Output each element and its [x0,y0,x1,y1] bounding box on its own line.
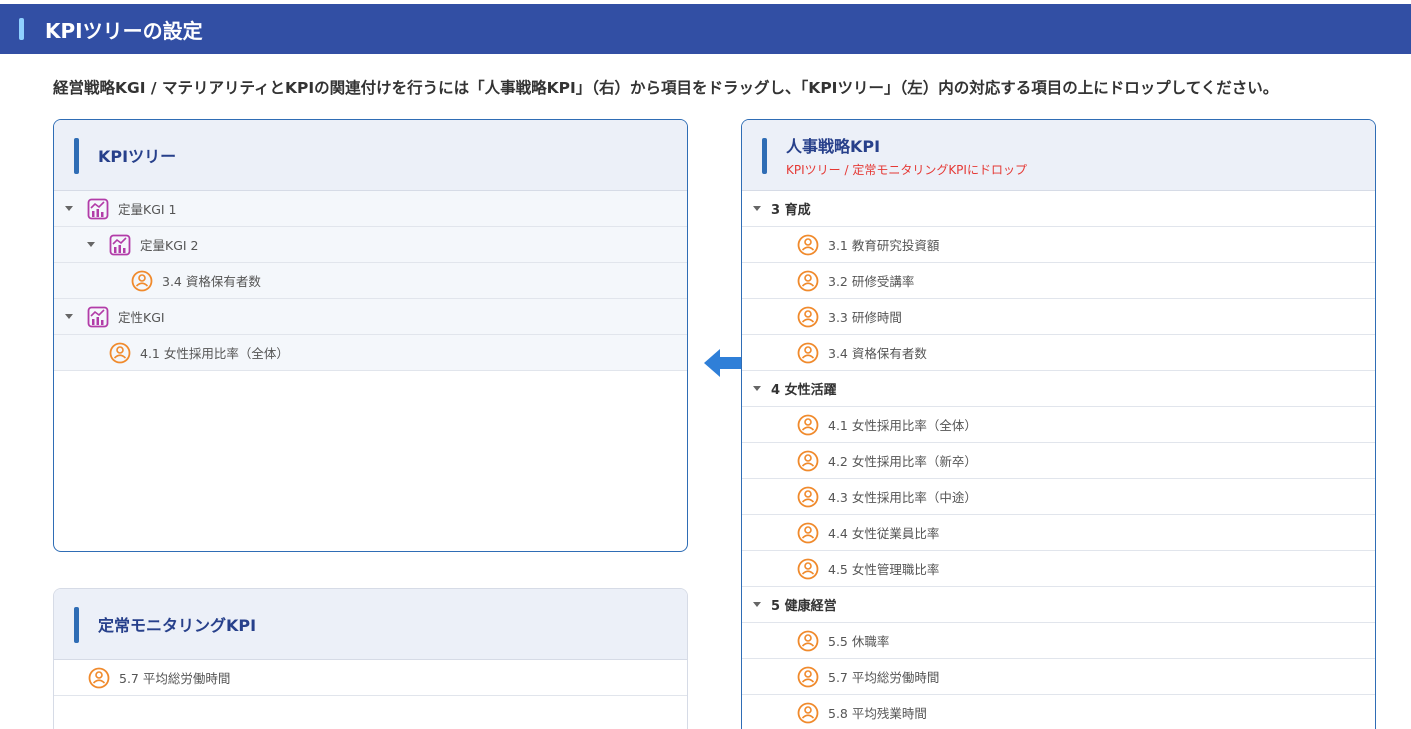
caret-down-icon[interactable] [753,386,761,391]
tree-row-kpi[interactable]: 3.4 資格保有者数 [54,263,687,299]
kpi-item-row[interactable]: 3.4 資格保有者数 [742,335,1375,371]
kpi-people-icon [88,667,110,688]
kpi-item-row[interactable]: 5.8 平均残業時間 [742,695,1375,729]
kgi-chart-icon [109,234,131,255]
tree-row-label: 4.1 女性採用比率（全体） [140,346,289,361]
tree-row-kpi[interactable]: 4.1 女性採用比率（全体） [54,335,687,371]
kpi-item-row[interactable]: 3.2 研修受講率 [742,263,1375,299]
hr-strategy-kpi-panel: 人事戦略KPI KPIツリー / 定常モニタリングKPIにドロップ 3 育成 3.… [741,119,1376,729]
hr-kpi-header: 人事戦略KPI KPIツリー / 定常モニタリングKPIにドロップ [742,120,1375,191]
monitoring-kpi-panel[interactable]: 定常モニタリングKPI 5.7 平均総労働時間 [53,588,688,729]
kpi-item-row[interactable]: 4.1 女性採用比率（全体） [742,407,1375,443]
tree-row-label: 定量KGI 2 [140,238,199,253]
kgi-chart-icon [87,306,109,327]
kpi-item-label: 5.8 平均残業時間 [828,706,927,721]
kpi-item-label: 4.3 女性採用比率（中途） [828,490,977,505]
kpi-item-row[interactable]: 4.5 女性管理職比率 [742,551,1375,587]
caret-down-icon[interactable] [65,206,73,211]
kpi-item-label: 3.1 教育研究投資額 [828,238,940,253]
kpi-tree-title: KPIツリー [98,147,177,166]
monitoring-header: 定常モニタリングKPI [54,589,687,660]
kpi-group-label: 5 健康経営 [771,599,837,614]
kpi-people-icon [797,522,819,543]
monitoring-title: 定常モニタリングKPI [98,616,257,635]
kpi-item-label: 3.2 研修受講率 [828,274,915,289]
kpi-people-icon [109,342,131,363]
monitoring-row-kpi[interactable]: 5.7 平均総労働時間 [54,660,687,696]
kpi-group-row[interactable]: 4 女性活躍 [742,371,1375,407]
kpi-group-label: 4 女性活躍 [771,383,837,398]
page-header: KPIツリーの設定 [0,4,1411,54]
kgi-chart-icon [87,198,109,219]
tree-row-label: 3.4 資格保有者数 [162,274,261,289]
kpi-group-row[interactable]: 3 育成 [742,191,1375,227]
kpi-item-row[interactable]: 5.5 休職率 [742,623,1375,659]
tree-row-label: 定性KGI [118,310,165,325]
kpi-item-label: 4.1 女性採用比率（全体） [828,418,977,433]
caret-down-icon[interactable] [65,314,73,319]
kpi-item-label: 4.2 女性採用比率（新卒） [828,454,977,469]
caret-down-icon[interactable] [87,242,95,247]
page-title: KPIツリーの設定 [45,18,203,43]
kpi-people-icon [797,630,819,651]
kpi-tree-panel[interactable]: KPIツリー 定量KGI 1 定量KGI 2 3.4 資格保有者数 定性KGI … [53,119,688,552]
header-bar [74,607,79,643]
kpi-people-icon [797,234,819,255]
hr-kpi-list: 3 育成 3.1 教育研究投資額 3.2 研修受講率 3.3 研修時間 3.4 資格保有… [742,191,1375,729]
kpi-item-row[interactable]: 4.2 女性採用比率（新卒） [742,443,1375,479]
kpi-group-label: 3 育成 [771,203,811,218]
tree-row-kgi[interactable]: 定性KGI [54,299,687,335]
kpi-item-row[interactable]: 3.1 教育研究投資額 [742,227,1375,263]
kpi-item-label: 3.3 研修時間 [828,310,902,325]
kpi-group-row[interactable]: 5 健康経営 [742,587,1375,623]
kpi-people-icon [797,486,819,507]
kpi-item-label: 5.7 平均総労働時間 [828,670,940,685]
kpi-item-label: 4.4 女性従業員比率 [828,526,940,541]
kpi-item-row[interactable]: 4.4 女性従業員比率 [742,515,1375,551]
kpi-item-label: 4.5 女性管理職比率 [828,562,940,577]
arrow-left-icon [704,349,744,377]
kpi-people-icon [797,306,819,327]
header-bar [762,138,767,174]
header-accent [19,18,24,40]
kpi-people-icon [797,450,819,471]
kpi-item-label: 5.5 休職率 [828,634,890,649]
kpi-people-icon [797,666,819,687]
instruction-text: 経営戦略KGI / マテリアリティとKPIの関連付けを行うには「人事戦略KPI」… [53,79,1279,97]
header-bar [74,138,79,174]
monitoring-row-label: 5.7 平均総労働時間 [119,671,231,686]
tree-row-kgi[interactable]: 定量KGI 1 [54,191,687,227]
tree-row-kgi[interactable]: 定量KGI 2 [54,227,687,263]
kpi-item-row[interactable]: 4.3 女性採用比率（中途） [742,479,1375,515]
kpi-people-icon [797,342,819,363]
tree-row-label: 定量KGI 1 [118,202,177,217]
kpi-people-icon [797,558,819,579]
kpi-people-icon [797,270,819,291]
kpi-people-icon [131,270,153,291]
kpi-tree-header: KPIツリー [54,120,687,191]
kpi-people-icon [797,414,819,435]
kpi-item-label: 3.4 資格保有者数 [828,346,927,361]
caret-down-icon[interactable] [753,602,761,607]
kpi-people-icon [797,702,819,723]
kpi-item-row[interactable]: 3.3 研修時間 [742,299,1375,335]
caret-down-icon[interactable] [753,206,761,211]
kpi-item-row[interactable]: 5.7 平均総労働時間 [742,659,1375,695]
hr-kpi-title: 人事戦略KPI [786,136,881,156]
hr-kpi-subtitle: KPIツリー / 定常モニタリングKPIにドロップ [786,162,1027,177]
